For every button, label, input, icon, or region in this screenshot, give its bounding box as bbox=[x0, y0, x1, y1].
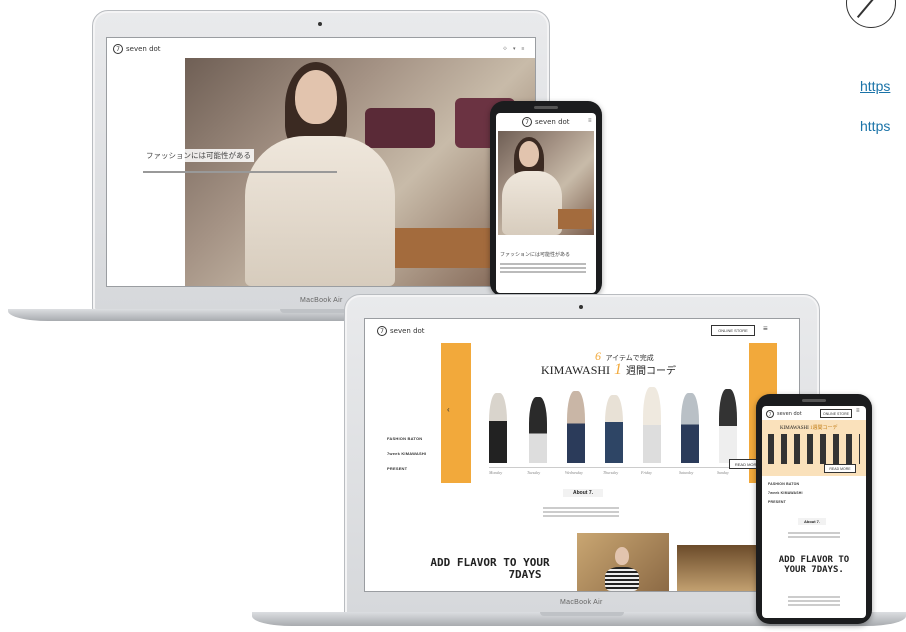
logo-text: seven dot bbox=[535, 118, 570, 126]
flavor-line-2: YOUR 7DAYS. bbox=[784, 564, 844, 575]
phone-2-nav-present[interactable]: PRESENT bbox=[768, 500, 786, 504]
laptop-2-notch bbox=[540, 612, 624, 616]
day-label: Wednesday bbox=[565, 470, 583, 475]
phone-1-speaker bbox=[534, 106, 558, 109]
logo-text: seven dot bbox=[126, 45, 161, 53]
woman-head bbox=[615, 547, 629, 565]
models-row bbox=[483, 379, 743, 463]
cafe-table bbox=[558, 209, 592, 229]
flavor-heading: ADD FLAVOR TO YOUR 7DAYS bbox=[415, 556, 565, 582]
laptop-1-tagline: ファッションには可能性がある bbox=[143, 149, 254, 162]
circle-logo-slash bbox=[856, 0, 879, 18]
flavor-photo-1 bbox=[577, 533, 669, 591]
phone-2-about-body bbox=[788, 532, 840, 534]
phone-2-nav-fashion-baton[interactable]: FASHION BATON bbox=[768, 482, 799, 486]
day-label: Monday bbox=[489, 470, 503, 475]
about-body-text bbox=[543, 507, 619, 509]
phone-2-models bbox=[768, 434, 860, 464]
seven-logo-icon: 7 bbox=[766, 410, 774, 418]
day-label: Tuesday bbox=[527, 470, 541, 475]
laptop-2-camera bbox=[579, 305, 583, 309]
slider-left-panel bbox=[441, 343, 471, 483]
nav-fashion-baton[interactable]: FASHION BATON bbox=[387, 436, 422, 441]
model-figure bbox=[605, 395, 623, 463]
headline-en: KIMAWASHI bbox=[780, 426, 809, 431]
laptop-1-brand: MacBook Air bbox=[300, 297, 343, 304]
day-labels: Monday Tuesday Wednesday Thursday Friday… bbox=[489, 467, 749, 476]
model-figure bbox=[719, 389, 737, 463]
model-figure bbox=[643, 387, 661, 463]
phone-2-flavor-heading: ADD FLAVOR TO YOUR 7DAYS. bbox=[762, 555, 866, 576]
phone-2-nav-7week-kimawashi[interactable]: 7week KIMAWASHI bbox=[768, 491, 803, 495]
laptop-2-screen: 7 seven dot ONLINE STORE ≡ ‹ 6 アイテムで完成 K… bbox=[364, 318, 800, 592]
phone-2-menu-icon[interactable]: ≡ bbox=[856, 408, 860, 414]
phone-2-about-heading: About 7. bbox=[798, 518, 826, 525]
phone-2-read-more-button[interactable]: READ MORE bbox=[824, 464, 856, 473]
cafe-chair bbox=[365, 108, 435, 148]
seven-logo-icon: 7 bbox=[113, 44, 123, 54]
woman-coat bbox=[605, 567, 639, 591]
seven-logo-icon: 7 bbox=[522, 117, 532, 127]
hero-headline-main: KIMAWASHI 1 週間コーデ bbox=[541, 361, 676, 379]
laptop-1-logo[interactable]: 7 seven dot bbox=[113, 44, 161, 54]
day-label: Saturday bbox=[679, 470, 694, 475]
phone-1-menu-icon[interactable]: ≡ bbox=[588, 118, 592, 124]
model-figure bbox=[489, 393, 507, 463]
laptop-1-screen: 7 seven dot ⟐▾≡ ファッションには可能性がある bbox=[106, 37, 536, 287]
url-link-1[interactable]: https bbox=[860, 78, 890, 94]
woman-coat bbox=[502, 171, 562, 235]
model-figure bbox=[529, 397, 547, 463]
phone-2-screen: 7 seven dot ONLINE STORE ≡ KIMAWASHI 1週間… bbox=[762, 406, 866, 618]
logo-text: seven dot bbox=[390, 327, 425, 335]
phone-1-screen: 7 seven dot ≡ ファッションには可能性がある bbox=[496, 113, 596, 293]
phone-1-hero-photo bbox=[498, 131, 594, 235]
laptop-2-brand: MacBook Air bbox=[560, 599, 603, 606]
phone-1-tagline: ファッションには可能性がある bbox=[500, 251, 571, 258]
flavor-line-2: 7DAYS bbox=[508, 568, 542, 582]
headline-week: 週間コーデ bbox=[626, 366, 677, 377]
headline-en: KIMAWASHI bbox=[541, 363, 611, 377]
flavor-photo-2 bbox=[677, 545, 757, 591]
flavor-line-1: ADD FLAVOR TO YOUR bbox=[430, 556, 550, 569]
phone-2: 7 seven dot ONLINE STORE ≡ KIMAWASHI 1週間… bbox=[756, 394, 872, 624]
day-label: Sunday bbox=[717, 470, 729, 475]
woman-coat bbox=[245, 136, 395, 286]
phone-1-logo[interactable]: 7 seven dot bbox=[522, 117, 570, 127]
laptop-1-header-icons: ⟐▾≡ bbox=[503, 46, 531, 52]
nav-7week-kimawashi[interactable]: 7week KIMAWASHI bbox=[387, 451, 426, 456]
model-figure bbox=[567, 391, 585, 463]
laptop-2-logo[interactable]: 7 seven dot bbox=[377, 326, 425, 336]
headline-num: 1 bbox=[614, 361, 623, 378]
phone-2-flavor-body bbox=[788, 596, 840, 598]
logo-text: seven dot bbox=[777, 411, 802, 417]
phone-1: 7 seven dot ≡ ファッションには可能性がある bbox=[490, 101, 602, 297]
url-link-2[interactable]: https bbox=[860, 118, 890, 134]
menu-icon[interactable]: ≡ bbox=[763, 324, 768, 333]
woman-head bbox=[295, 70, 337, 124]
phone-1-body-text bbox=[500, 263, 586, 265]
circle-logo-icon bbox=[846, 0, 896, 28]
woman-head bbox=[519, 141, 539, 167]
laptop-1-subline bbox=[143, 171, 337, 173]
cafe-table bbox=[385, 228, 505, 268]
headline-jp: 1週間コーデ bbox=[810, 426, 838, 431]
phone-2-online-store-button[interactable]: ONLINE STORE bbox=[820, 409, 852, 418]
phone-2-headline: KIMAWASHI 1週間コーデ bbox=[780, 424, 838, 431]
online-store-button[interactable]: ONLINE STORE bbox=[711, 325, 755, 336]
about-heading: About 7. bbox=[563, 489, 603, 497]
model-figure bbox=[681, 393, 699, 463]
nav-present[interactable]: PRESENT bbox=[387, 466, 407, 471]
slider-prev-arrow[interactable]: ‹ bbox=[447, 405, 450, 414]
day-label: Friday bbox=[641, 470, 652, 475]
day-label: Thursday bbox=[603, 470, 619, 475]
phone-2-logo[interactable]: 7 seven dot bbox=[766, 410, 802, 418]
seven-logo-icon: 7 bbox=[377, 326, 387, 336]
laptop-1-camera bbox=[318, 22, 322, 26]
phone-2-speaker bbox=[802, 399, 826, 402]
